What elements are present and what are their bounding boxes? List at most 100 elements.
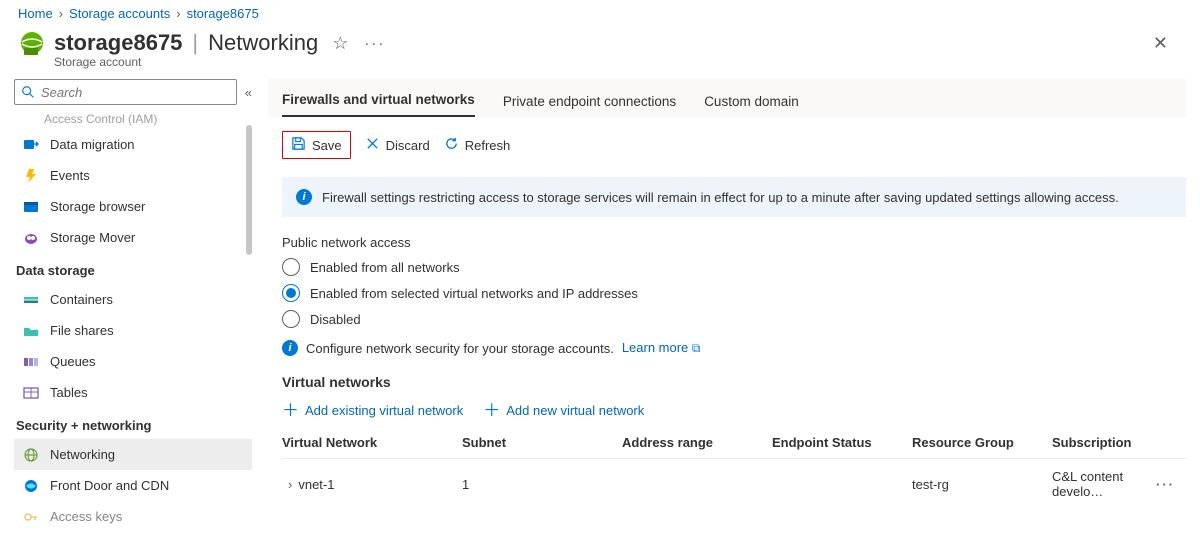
sidebar-item-label: Data migration [50,137,135,152]
breadcrumb-home[interactable]: Home [18,6,53,21]
page-header: storage8675 | Networking ☆ ··· ✕ [0,25,1200,57]
sidebar-item-label: Storage Mover [50,230,135,245]
table-row[interactable]: ›vnet-1 1 test-rg C&L content develo… ··… [282,458,1186,509]
sidebar-item-front-door[interactable]: Front Door and CDN [14,470,252,501]
chevron-right-icon[interactable]: › [288,477,292,492]
add-existing-vnet-button[interactable]: ＋Add existing virtual network [282,402,463,419]
breadcrumb-resource[interactable]: storage8675 [187,6,259,21]
security-info-text: Configure network security for your stor… [306,341,614,356]
networking-icon [22,446,40,464]
col-subnet: Subnet [462,435,622,450]
tabs: Firewalls and virtual networks Private e… [268,79,1186,117]
radio-label: Enabled from selected virtual networks a… [310,286,638,301]
add-new-vnet-button[interactable]: ＋Add new virtual network [483,402,644,419]
radio-enabled-selected[interactable]: Enabled from selected virtual networks a… [282,284,1186,302]
save-button[interactable]: Save [282,131,351,159]
save-label: Save [312,138,342,153]
sidebar-item-label: File shares [50,323,114,338]
radio-enabled-all[interactable]: Enabled from all networks [282,258,1186,276]
tab-private-endpoint[interactable]: Private endpoint connections [503,94,676,117]
storage-mover-icon [22,229,40,247]
plus-icon: ＋ [282,402,299,419]
sidebar-item-label: Queues [50,354,96,369]
cell-subscription: C&L content develo… [1052,469,1156,499]
breadcrumb-storage-accounts[interactable]: Storage accounts [69,6,170,21]
toolbar: Save Discard Refresh [282,117,1186,177]
radio-disabled[interactable]: Disabled [282,310,1186,328]
sidebar-item-data-migration[interactable]: Data migration [14,129,252,160]
sidebar-item-events[interactable]: Events [14,160,252,191]
sidebar-item-label: Tables [50,385,88,400]
tab-custom-domain[interactable]: Custom domain [704,94,799,117]
front-door-icon [22,477,40,495]
chevron-right-icon: › [59,6,63,21]
chevron-right-icon: › [176,6,180,21]
radio-label: Enabled from all networks [310,260,460,275]
cell-resource-group: test-rg [912,477,1052,492]
file-shares-icon [22,322,40,340]
search-input[interactable] [14,79,237,105]
tab-firewalls[interactable]: Firewalls and virtual networks [282,92,475,117]
more-actions-icon[interactable]: ··· [364,35,385,52]
scrollbar-thumb[interactable] [246,125,252,255]
sidebar-item-storage-browser[interactable]: Storage browser [14,191,252,222]
vnet-table: Virtual Network Subnet Address range End… [282,435,1186,509]
tables-icon [22,384,40,402]
sidebar-item-label: Networking [50,447,115,462]
containers-icon [22,291,40,309]
sidebar-item-tables[interactable]: Tables [14,377,252,408]
row-more-icon[interactable]: ··· [1156,477,1186,492]
info-banner-text: Firewall settings restricting access to … [322,190,1119,205]
table-header: Virtual Network Subnet Address range End… [282,435,1186,458]
security-info-line: i Configure network security for your st… [282,340,1186,356]
sidebar-item-label: Events [50,168,90,183]
cell-vnet-name: vnet-1 [298,477,334,492]
public-access-title: Public network access [282,235,1186,250]
info-icon: i [282,340,298,356]
col-virtual-network: Virtual Network [282,435,462,450]
save-icon [291,136,306,154]
collapse-sidebar-icon[interactable]: « [245,85,252,100]
sidebar-group-data-storage: Data storage [14,253,252,284]
sidebar-item-access-keys[interactable]: Access keys [14,501,252,532]
close-icon[interactable]: ✕ [1153,33,1182,54]
public-access-radio-group: Enabled from all networks Enabled from s… [282,258,1186,328]
col-endpoint-status: Endpoint Status [772,435,912,450]
sidebar-item-label: Storage browser [50,199,145,214]
page-title: Networking [208,30,318,56]
refresh-icon [444,136,459,154]
sidebar-item-file-shares[interactable]: File shares [14,315,252,346]
sidebar-item-networking[interactable]: Networking [14,439,252,470]
queues-icon [22,353,40,371]
virtual-networks-title: Virtual networks [282,374,1186,390]
discard-icon [365,136,380,154]
discard-button[interactable]: Discard [365,136,430,154]
info-banner: i Firewall settings restricting access t… [282,177,1186,217]
refresh-button[interactable]: Refresh [444,136,511,154]
main-content: Firewalls and virtual networks Private e… [252,79,1200,539]
refresh-label: Refresh [465,138,511,153]
sidebar-item-label: Containers [50,292,113,307]
radio-label: Disabled [310,312,361,327]
plus-icon: ＋ [483,402,500,419]
discard-label: Discard [386,138,430,153]
resource-name: storage8675 [54,30,182,56]
breadcrumb: Home › Storage accounts › storage8675 [0,0,1200,25]
access-keys-icon [22,508,40,526]
favorite-icon[interactable]: ☆ [332,33,348,54]
sidebar: « Access Control (IAM) Data migration Ev… [0,79,252,539]
data-migration-icon [22,136,40,154]
info-icon: i [296,189,312,205]
storage-browser-icon [22,198,40,216]
search-icon [21,85,35,99]
storage-account-icon [18,29,46,57]
sidebar-item-storage-mover[interactable]: Storage Mover [14,222,252,253]
learn-more-link[interactable]: Learn more ⧉ [622,340,701,356]
sidebar-item-access-control[interactable]: Access Control (IAM) [14,109,252,129]
col-address-range: Address range [622,435,772,450]
sidebar-group-security: Security + networking [14,408,252,439]
col-resource-group: Resource Group [912,435,1052,450]
sidebar-item-queues[interactable]: Queues [14,346,252,377]
sidebar-item-containers[interactable]: Containers [14,284,252,315]
events-icon [22,167,40,185]
